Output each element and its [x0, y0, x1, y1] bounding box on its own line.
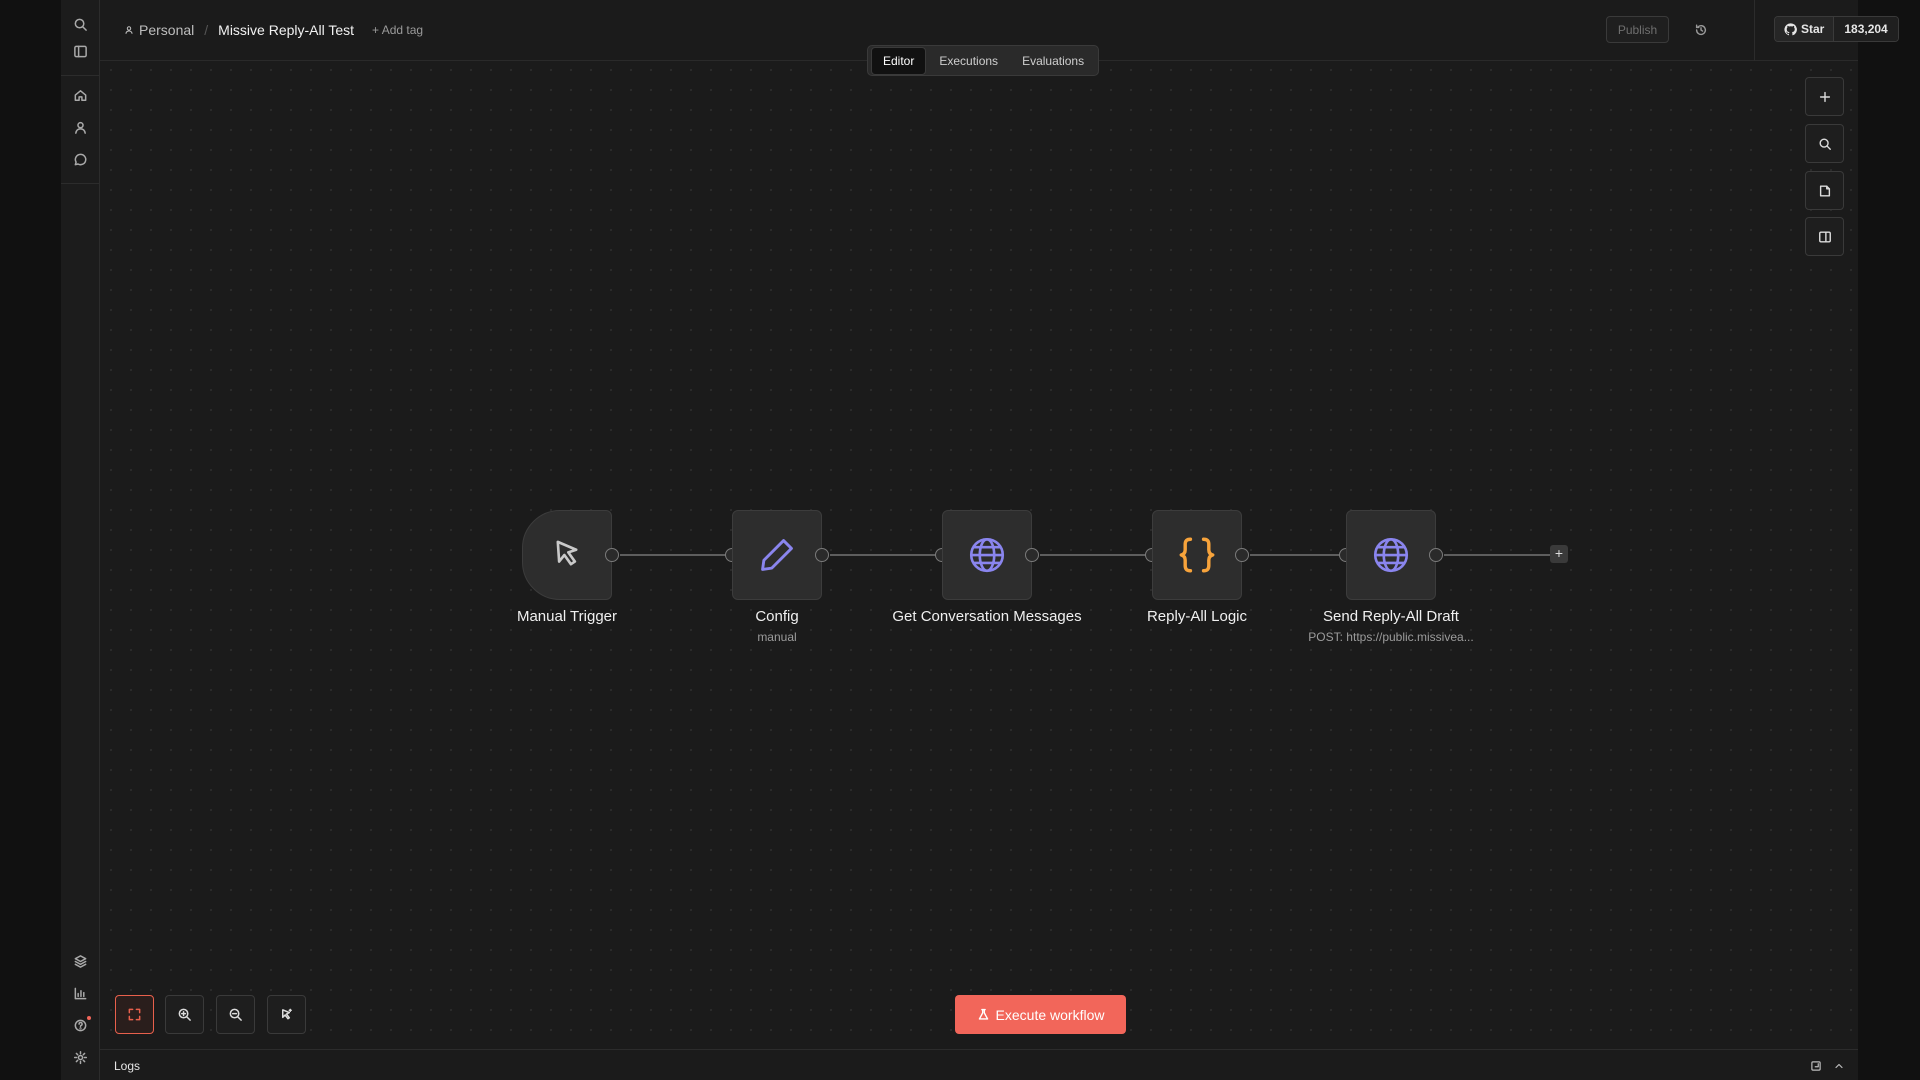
connection-line: [1444, 554, 1550, 556]
add-tag-button[interactable]: + Add tag: [372, 23, 423, 37]
globe-icon: [969, 537, 1005, 573]
sidebar-divider: [61, 183, 100, 184]
output-port[interactable]: [1235, 548, 1249, 562]
github-star-count: 183,204: [1834, 17, 1898, 41]
sidebar-divider: [61, 75, 100, 76]
flask-icon: [978, 1008, 988, 1020]
breadcrumb-project-label: Personal: [139, 22, 195, 38]
breadcrumb: Personal / Missive Reply-All Test + Add …: [124, 22, 423, 38]
logs-label: Logs: [114, 1059, 141, 1073]
plus-icon: [1819, 91, 1830, 102]
search-icon: [1818, 137, 1831, 150]
insights-icon[interactable]: [69, 982, 91, 1004]
node-label: Config: [755, 608, 799, 625]
node-subtitle: POST: https://public.missivea...: [1308, 630, 1474, 644]
chevron-up-icon[interactable]: [1831, 1058, 1847, 1074]
templates-icon[interactable]: [69, 950, 91, 972]
home-icon[interactable]: [69, 84, 91, 106]
zoom-in-button[interactable]: [165, 995, 204, 1034]
tab-executions[interactable]: Executions: [928, 48, 1009, 74]
app-window: Personal / Missive Reply-All Test + Add …: [61, 0, 1899, 1080]
user-icon[interactable]: [69, 116, 91, 138]
panel-toggle-icon[interactable]: [69, 40, 91, 62]
add-node-button[interactable]: [1805, 77, 1844, 116]
settings-icon[interactable]: [69, 1046, 91, 1068]
add-sticky-note-button[interactable]: [1805, 171, 1844, 210]
node-send-reply-all-draft[interactable]: [1346, 510, 1436, 600]
execute-workflow-button[interactable]: Execute workflow: [955, 995, 1126, 1034]
search-icon[interactable]: [69, 13, 91, 35]
search-nodes-button[interactable]: [1805, 124, 1844, 163]
node-manual-trigger[interactable]: [522, 510, 612, 600]
node-get-conversation-messages[interactable]: [942, 510, 1032, 600]
fit-view-icon: [128, 1008, 141, 1021]
pop-out-icon[interactable]: [1808, 1058, 1824, 1074]
output-port[interactable]: [1429, 548, 1443, 562]
output-port[interactable]: [605, 548, 619, 562]
node-reply-all-logic[interactable]: [1152, 510, 1242, 600]
github-star-button[interactable]: Star: [1775, 17, 1835, 41]
node-label: Get Conversation Messages: [892, 608, 1082, 625]
breadcrumb-project[interactable]: Personal: [124, 22, 194, 38]
header-divider: [1754, 0, 1755, 61]
code-braces-icon: [1179, 537, 1215, 573]
github-star-label: Star: [1801, 22, 1825, 36]
tab-evaluations[interactable]: Evaluations: [1011, 48, 1095, 74]
execute-workflow-label: Execute workflow: [995, 1006, 1105, 1023]
sidebar: [61, 0, 100, 1080]
globe-icon: [1373, 537, 1409, 573]
fit-view-button[interactable]: [115, 995, 154, 1034]
notification-dot: [87, 1016, 91, 1020]
zoom-out-icon: [229, 1008, 242, 1021]
zoom-out-button[interactable]: [216, 995, 255, 1034]
history-icon[interactable]: [1690, 19, 1712, 41]
panel-icon: [1818, 230, 1831, 243]
sticky-note-icon: [1819, 184, 1830, 197]
zoom-in-icon: [178, 1008, 191, 1021]
tab-editor[interactable]: Editor: [871, 46, 927, 75]
github-star-widget[interactable]: Star 183,204: [1774, 16, 1899, 42]
chat-icon[interactable]: [69, 148, 91, 170]
user-icon: [125, 26, 133, 34]
node-label: Send Reply-All Draft: [1323, 608, 1459, 625]
node-subtitle: manual: [757, 630, 797, 644]
help-icon[interactable]: [69, 1014, 91, 1036]
cursor-icon: [556, 540, 578, 566]
view-tabs: Editor Executions Evaluations: [867, 45, 1100, 76]
output-port[interactable]: [815, 548, 829, 562]
publish-button[interactable]: Publish: [1606, 16, 1669, 43]
node-label: Reply-All Logic: [1146, 608, 1248, 625]
tidy-up-button[interactable]: [267, 995, 306, 1034]
output-port[interactable]: [1025, 548, 1039, 562]
toggle-panel-button[interactable]: [1805, 217, 1844, 256]
tidy-up-icon: [282, 1008, 292, 1020]
workflow-name[interactable]: Missive Reply-All Test: [218, 22, 354, 38]
node-config[interactable]: [732, 510, 822, 600]
node-label: Manual Trigger: [516, 608, 618, 625]
breadcrumb-separator: /: [204, 22, 209, 38]
add-next-node-button[interactable]: +: [1550, 545, 1568, 563]
github-icon: [1784, 22, 1797, 35]
pencil-icon: [761, 539, 793, 571]
logs-panel[interactable]: Logs: [100, 1049, 1858, 1080]
